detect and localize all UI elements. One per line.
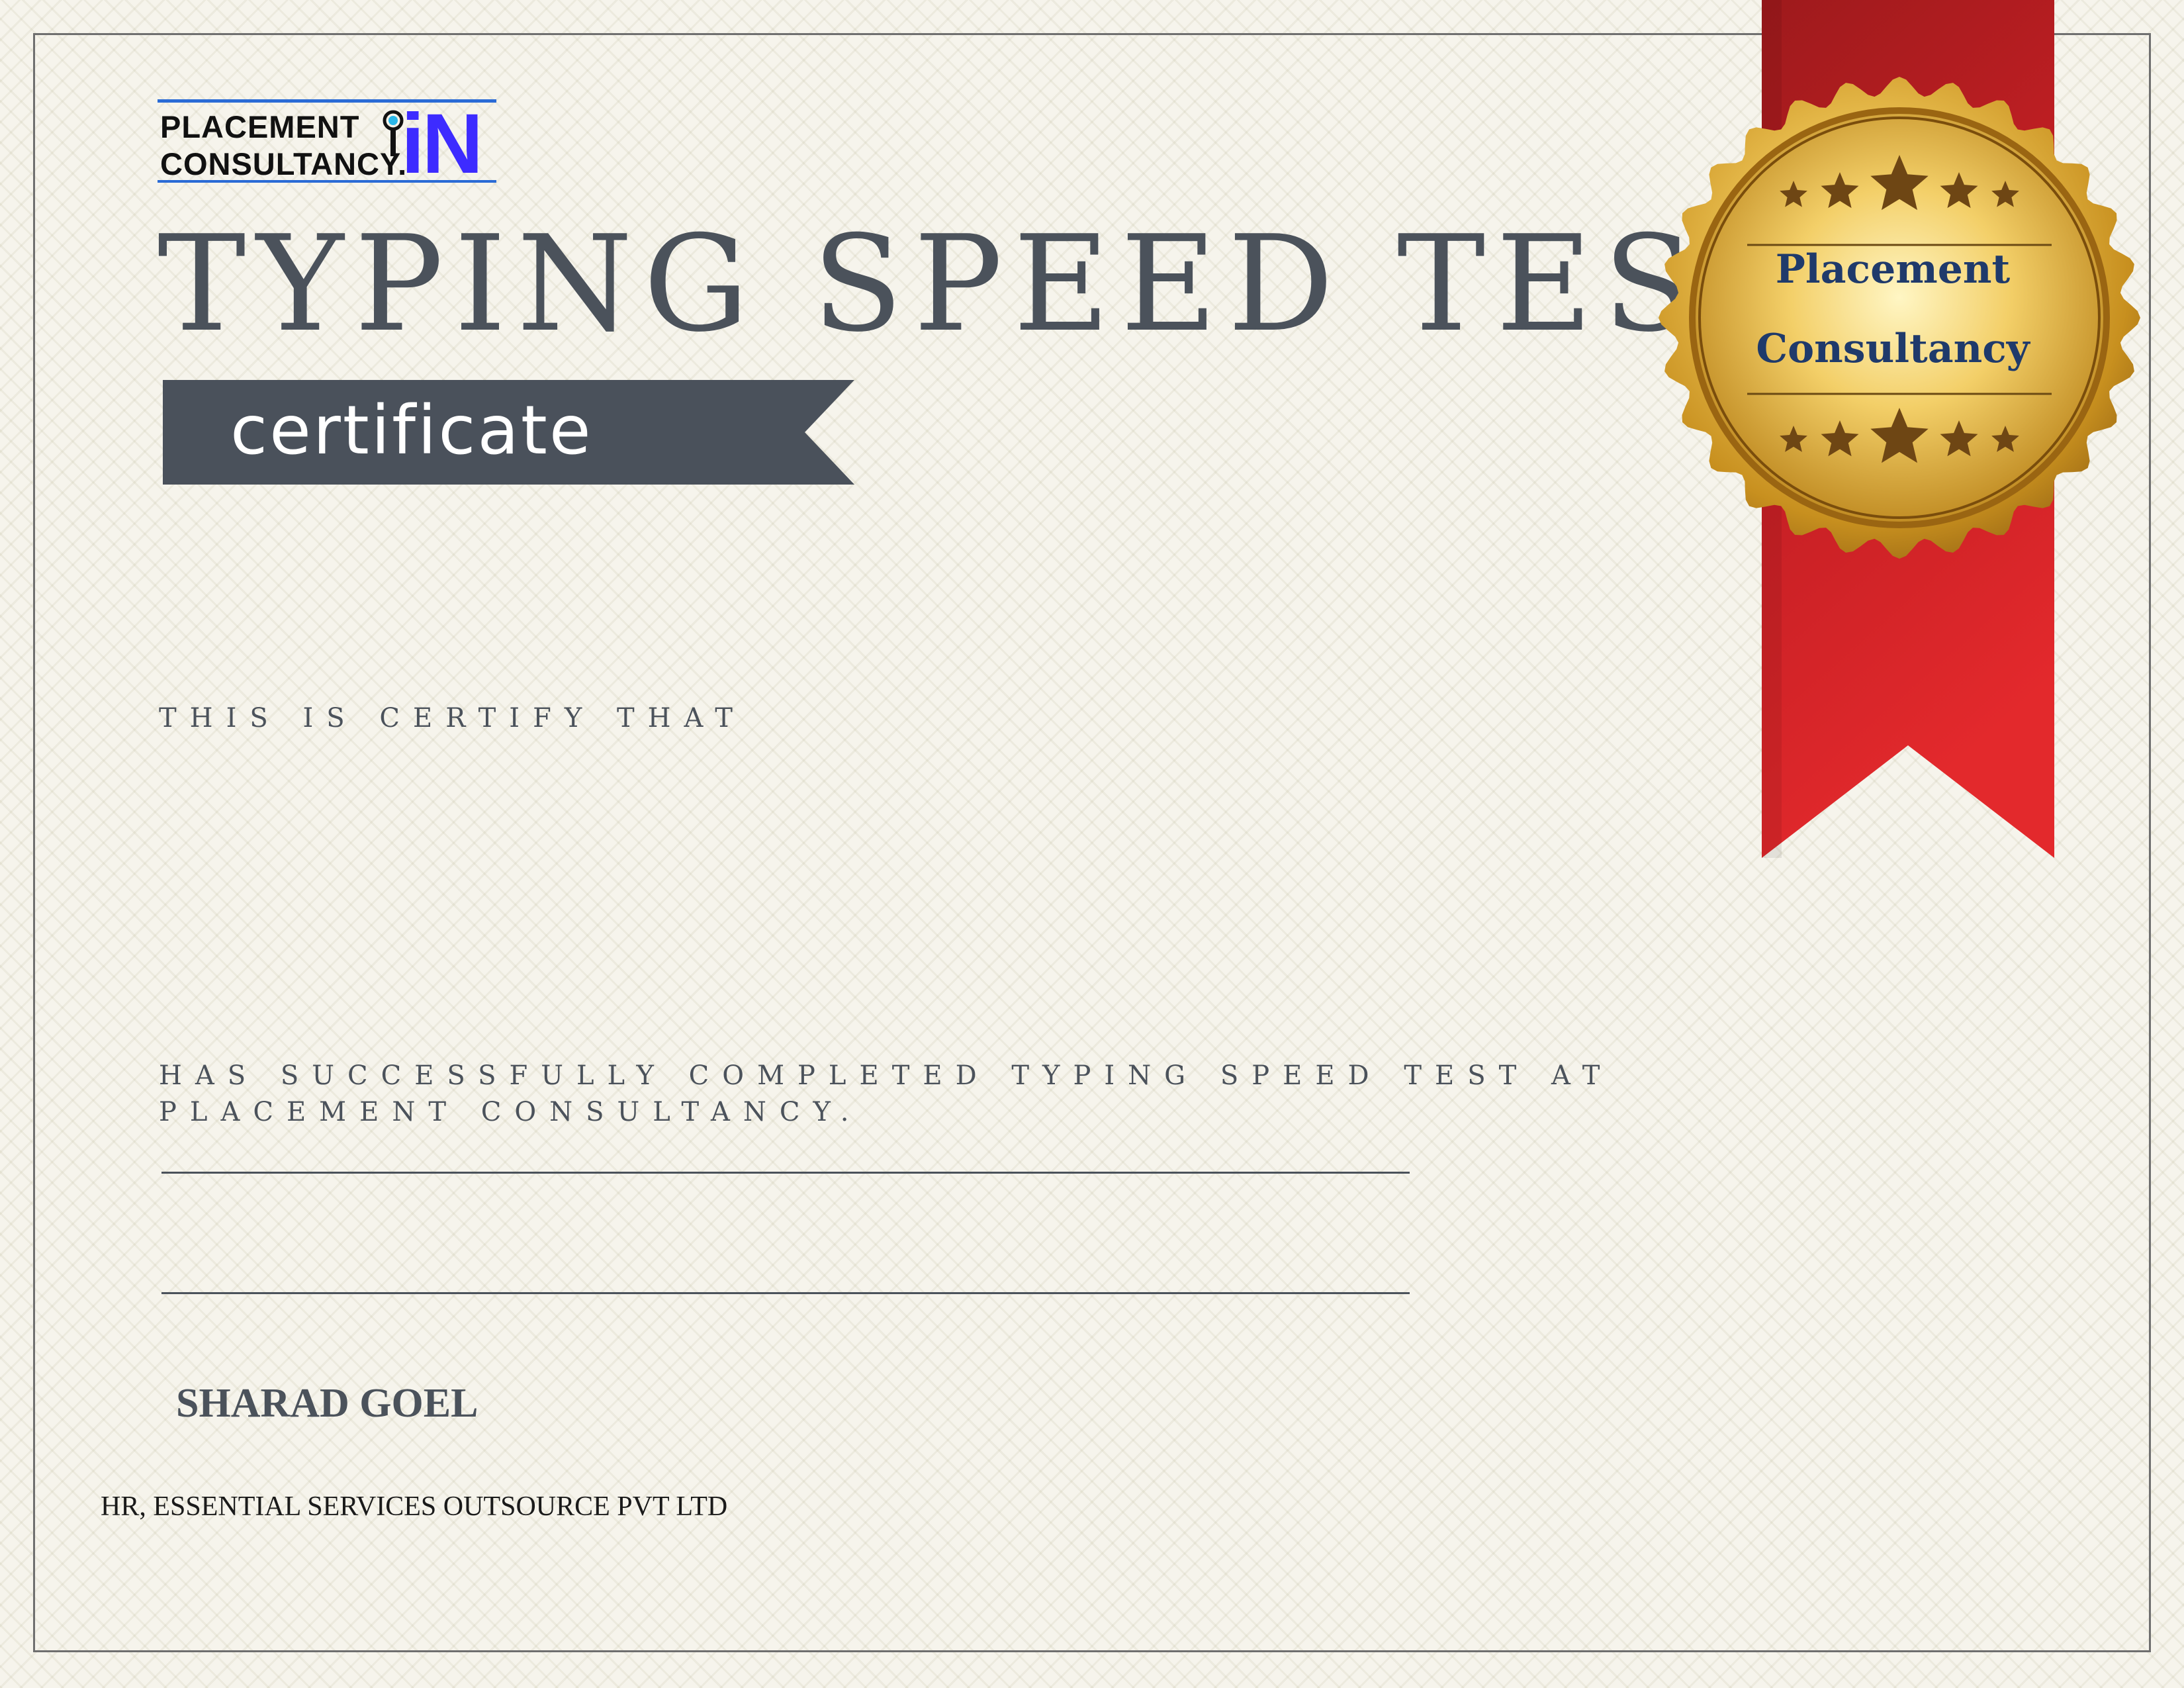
recipient-line: [161, 1172, 1410, 1174]
logo-in-mark: iN: [401, 97, 483, 191]
seal-text-line1: Placement: [1775, 246, 2011, 293]
gold-seal-icon: [1659, 77, 2140, 559]
logo-text-line2: CONSULTANCY.: [160, 146, 408, 181]
seal-text-line2: Consultancy: [1756, 326, 2030, 372]
placement-consultancy-logo: PLACEMENT CONSULTANCY. iN: [158, 97, 502, 191]
signer-name: SHARAD GOEL: [176, 1381, 478, 1426]
certificate-label: certificate: [230, 391, 593, 470]
certify-text: THIS IS CERTIFY THAT: [159, 703, 746, 733]
signer-title: HR, ESSENTIAL SERVICES OUTSOURCE PVT LTD: [101, 1491, 728, 1522]
logo-bottom-bar: [158, 180, 496, 183]
signature-line: [161, 1292, 1410, 1294]
logo-text-line1: PLACEMENT: [160, 109, 360, 144]
completion-text: HAS SUCCESSFULLY COMPLETED TYPING SPEED …: [159, 1060, 1614, 1127]
certificate-title: TYPING SPEED TEST: [158, 207, 1803, 361]
